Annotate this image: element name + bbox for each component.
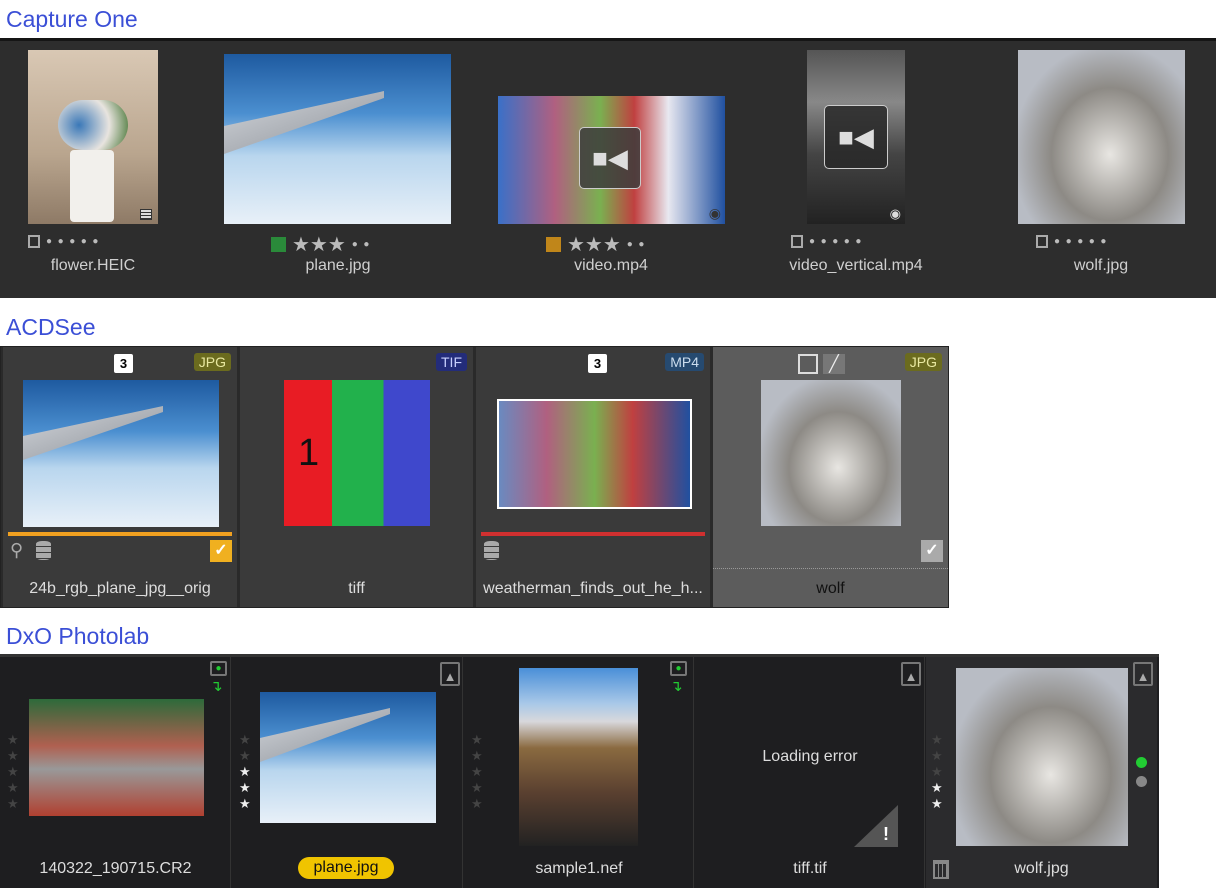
file-name: plane.jpg bbox=[305, 257, 371, 274]
video-icon: ■◀ bbox=[579, 127, 641, 189]
warning-corner-icon: ! bbox=[854, 805, 898, 847]
thumbnail bbox=[519, 668, 638, 846]
version-count: 3 bbox=[588, 354, 607, 373]
eye-icon: ◉ bbox=[889, 206, 901, 221]
capture-one-browser: ■◀ ◉ ■◀ ◉ ● ● ● ● ● ★★★ ● ● ★★★ ● ● ● ● ● … bbox=[0, 38, 1216, 298]
thumbnail-video[interactable]: ■◀ ◉ bbox=[498, 96, 725, 224]
acdsee-item-selected[interactable]: ╱ JPG ✓ wolf bbox=[713, 347, 948, 607]
thumbnail: 1 bbox=[284, 380, 430, 526]
dxo-item[interactable]: Loading error ▲ ! tiff.tif bbox=[695, 657, 925, 888]
thumbnail bbox=[29, 699, 204, 816]
camera-warning-icon: ▲ bbox=[440, 662, 460, 686]
page-number: 1 bbox=[298, 432, 320, 474]
thumbnail-video-vertical[interactable]: ■◀ ◉ bbox=[807, 50, 905, 224]
file-name-selected: plane.jpg bbox=[298, 857, 394, 879]
database-icon bbox=[484, 541, 499, 560]
format-badge: TIF bbox=[436, 353, 467, 371]
color-tag-empty[interactable] bbox=[28, 235, 40, 248]
section-title-acdsee: ACDSee bbox=[6, 314, 96, 340]
file-name: flower.HEIC bbox=[50, 257, 136, 274]
section-title-capture-one: Capture One bbox=[6, 6, 138, 32]
eye-icon: ◉ bbox=[708, 205, 721, 221]
file-name: 140322_190715.CR2 bbox=[39, 860, 192, 877]
color-tag-orange[interactable] bbox=[546, 237, 561, 252]
star-rating[interactable]: ★ ★ ★ ★ ★ bbox=[239, 733, 251, 811]
camera-warning-icon: ▲ bbox=[901, 662, 921, 686]
file-name: tiff bbox=[348, 580, 365, 597]
file-name: video.mp4 bbox=[574, 257, 648, 274]
file-name: 24b_rgb_plane_jpg__orig bbox=[29, 580, 211, 597]
acdsee-browser: 3 JPG ⚲ ✓ 24b_rgb_plane_jpg__orig TIF 1 … bbox=[0, 346, 949, 608]
color-tag-empty[interactable] bbox=[1036, 235, 1048, 248]
file-name: tiff.tif bbox=[793, 860, 827, 877]
star-rating[interactable]: ★ ★ ★ ★ ★ bbox=[931, 733, 943, 811]
color-tag-empty[interactable] bbox=[791, 235, 803, 248]
dxo-item[interactable]: ★ ★ ★ ★ ★ ● ↴ 140322_190715.CR2 bbox=[0, 657, 231, 888]
dxo-item[interactable]: ★ ★ ★ ★ ★ ● ↴ sample1.nef bbox=[464, 657, 694, 888]
status-dot-green bbox=[1136, 757, 1147, 768]
format-badge: MP4 bbox=[665, 353, 704, 371]
tagged-checkbox[interactable]: ✓ bbox=[921, 540, 943, 562]
export-arrow-icon: ↴ bbox=[670, 678, 683, 695]
file-name: sample1.nef bbox=[535, 860, 623, 877]
thumbnail bbox=[956, 668, 1128, 846]
file-name: weatherman_finds_out_he_h... bbox=[483, 580, 703, 597]
camera-warning-icon: ▲ bbox=[1133, 662, 1153, 686]
video-icon: ■◀ bbox=[824, 105, 888, 169]
rating-row[interactable]: ● ● ● ● ● bbox=[1036, 235, 1106, 248]
camera-processed-icon: ● bbox=[670, 661, 687, 676]
location-pin-icon: ⚲ bbox=[10, 540, 24, 560]
file-name: wolf.jpg bbox=[1014, 860, 1069, 877]
format-badge: JPG bbox=[904, 353, 942, 371]
acdsee-item[interactable]: TIF 1 tiff bbox=[240, 347, 473, 607]
dxo-browser: ★ ★ ★ ★ ★ ● ↴ 140322_190715.CR2 ★ ★ ★ ★ ★ ▲ plan… bbox=[0, 654, 1159, 888]
color-label-bar bbox=[481, 532, 705, 536]
thumbnail bbox=[260, 692, 436, 823]
export-arrow-icon: ↴ bbox=[210, 678, 223, 695]
tagged-checkbox[interactable]: ✓ bbox=[210, 540, 232, 562]
file-name: wolf bbox=[816, 580, 845, 597]
database-icon bbox=[36, 541, 51, 560]
acdsee-item[interactable]: 3 MP4 weatherman_finds_out_he_h... bbox=[476, 347, 710, 607]
file-name: wolf.jpg bbox=[1073, 257, 1129, 274]
thumbnail bbox=[497, 399, 692, 509]
acdsee-item[interactable]: 3 JPG ⚲ ✓ 24b_rgb_plane_jpg__orig bbox=[3, 347, 237, 607]
color-label-bar bbox=[8, 532, 232, 536]
color-tag-green[interactable] bbox=[271, 237, 286, 252]
camera-processed-icon: ● bbox=[210, 661, 227, 676]
rating-row[interactable]: ● ● ● ● ● bbox=[28, 235, 98, 248]
star-rating[interactable]: ★ ★ ★ ★ ★ bbox=[471, 733, 483, 811]
dxo-item-selected[interactable]: ★ ★ ★ ★ ★ ▲ wolf.jpg bbox=[926, 657, 1157, 888]
thumbnail bbox=[23, 380, 219, 527]
status-dot-gray bbox=[1136, 776, 1147, 787]
rating-row[interactable]: ★★★ ● ● bbox=[546, 232, 644, 257]
loading-error-message: Loading error bbox=[762, 748, 858, 765]
file-name: video_vertical.mp4 bbox=[789, 257, 923, 274]
star-rating[interactable]: ★ ★ ★ ★ ★ bbox=[7, 733, 19, 811]
rating-row[interactable]: ★★★ ● ● bbox=[271, 232, 369, 257]
thumbnail-plane[interactable] bbox=[224, 54, 451, 224]
metadata-icon bbox=[140, 209, 152, 220]
thumbnail bbox=[761, 380, 901, 526]
thumbnail-wolf[interactable] bbox=[1018, 50, 1185, 224]
rating-row[interactable]: ● ● ● ● ● bbox=[791, 235, 861, 248]
thumbnail-flower[interactable] bbox=[28, 50, 158, 224]
dxo-item[interactable]: ★ ★ ★ ★ ★ ▲ plane.jpg bbox=[232, 657, 463, 888]
section-title-dxo: DxO Photolab bbox=[6, 623, 150, 649]
select-checkbox[interactable] bbox=[798, 354, 818, 374]
edit-icon[interactable]: ╱ bbox=[823, 354, 845, 374]
version-count: 3 bbox=[114, 354, 133, 373]
format-badge: JPG bbox=[193, 353, 231, 371]
